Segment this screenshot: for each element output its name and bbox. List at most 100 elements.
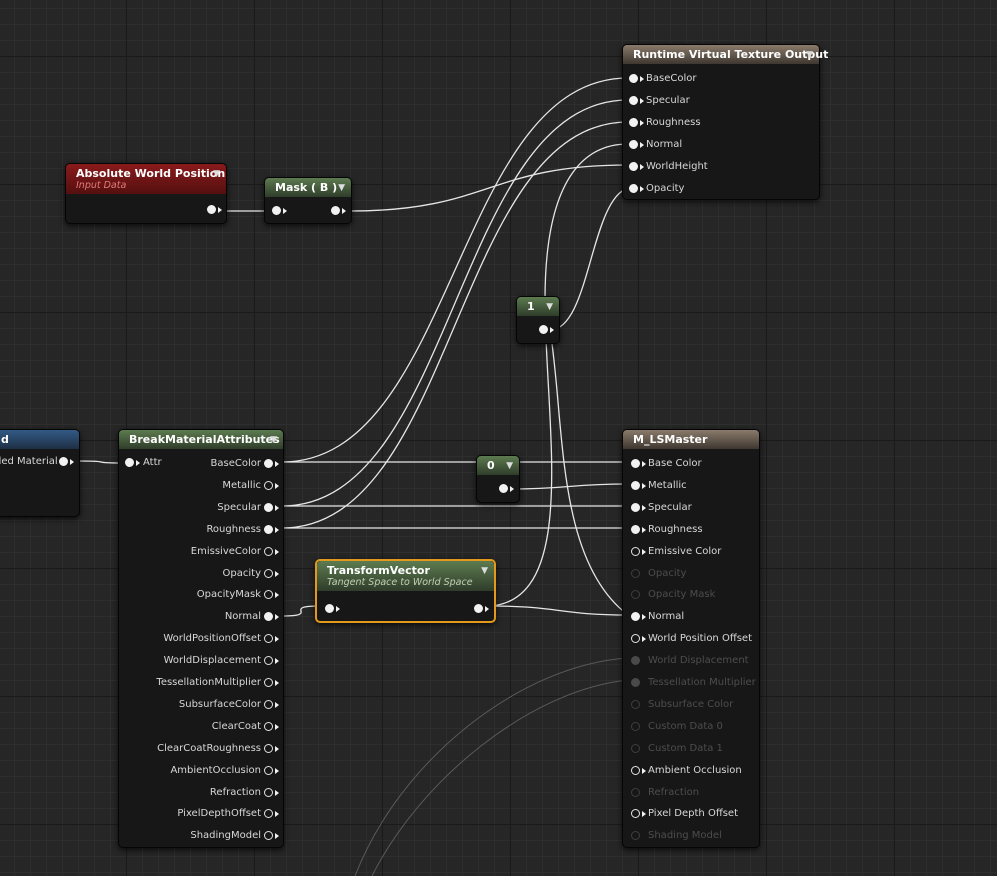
collapse-arrow-icon[interactable]: ▼ bbox=[338, 183, 345, 193]
transform-vector-header[interactable]: TransformVector Tangent Space to World S… bbox=[317, 561, 494, 591]
constant-zero-node[interactable]: 0 ▼ bbox=[476, 455, 520, 503]
break-attr-output-pin-subsurfacecolor[interactable] bbox=[264, 699, 273, 709]
master-input-pin-opacity-mask[interactable] bbox=[631, 590, 640, 600]
input-arrow-icon bbox=[336, 606, 340, 612]
transform-vector-input-pin[interactable] bbox=[325, 604, 334, 613]
constant-one-header[interactable]: 1 ▼ bbox=[517, 297, 559, 316]
break-attr-header[interactable]: BreakMaterialAttributes ▼ bbox=[119, 430, 283, 449]
abs-world-pos-header[interactable]: Absolute World Position Input Data ▼ bbox=[66, 164, 226, 194]
output-arrow-icon bbox=[275, 680, 279, 686]
rvt-input-pin-opacity[interactable] bbox=[629, 184, 638, 193]
master-input-label: Opacity bbox=[648, 567, 687, 579]
collapse-arrow-icon[interactable]: ▼ bbox=[270, 435, 277, 445]
master-input-pin-subsurface-color[interactable] bbox=[631, 699, 640, 709]
break-attr-output-pin-ambientocclusion[interactable] bbox=[264, 765, 273, 775]
output-arrow-icon bbox=[275, 658, 279, 665]
break-attr-output-label: WorldDisplacement bbox=[163, 655, 261, 667]
output-arrow-icon bbox=[510, 486, 514, 492]
break-attr-output-pin-worlddisplacement[interactable] bbox=[264, 656, 273, 666]
rvt-input-pin-specular[interactable] bbox=[629, 96, 638, 105]
break-attr-output-pin-specular[interactable] bbox=[264, 502, 273, 512]
break-attr-output-pin-metallic[interactable] bbox=[264, 480, 273, 490]
collapse-arrow-icon[interactable]: ▼ bbox=[806, 50, 813, 60]
rvt-input-pin-normal[interactable] bbox=[629, 140, 638, 149]
rvt-output-title: Runtime Virtual Texture Output bbox=[633, 48, 829, 61]
master-input-pin-pixel-depth-offset[interactable] bbox=[631, 809, 640, 819]
input-arrow-icon bbox=[642, 811, 646, 818]
break-attr-output-pin-basecolor[interactable] bbox=[264, 459, 273, 468]
break-attr-output-pin-refraction[interactable] bbox=[264, 787, 273, 797]
collapse-arrow-icon[interactable]: ▼ bbox=[506, 461, 513, 471]
abs-world-pos-output-pin[interactable] bbox=[207, 205, 216, 214]
break-attr-output-label: BaseColor bbox=[210, 458, 261, 469]
master-header[interactable]: M_LSMaster bbox=[623, 430, 759, 449]
collapse-arrow-icon[interactable]: ▼ bbox=[481, 566, 488, 576]
break-attr-output-pin-opacity[interactable] bbox=[264, 568, 273, 578]
rvt-input-pin-basecolor[interactable] bbox=[629, 74, 638, 83]
break-attr-output-label: ClearCoatRoughness bbox=[157, 742, 261, 754]
master-input-pin-ambient-occlusion[interactable] bbox=[631, 765, 640, 775]
rvt-input-label: Specular bbox=[646, 95, 690, 106]
rvt-input-pin-roughness[interactable] bbox=[629, 118, 638, 127]
master-input-pin-roughness[interactable] bbox=[631, 524, 640, 534]
master-input-pin-specular[interactable] bbox=[631, 502, 640, 512]
master-input-pin-world-displacement[interactable] bbox=[631, 656, 640, 666]
output-arrow-icon bbox=[275, 833, 279, 840]
output-arrow-icon bbox=[275, 570, 279, 577]
break-attr-output-pin-normal[interactable] bbox=[264, 612, 273, 622]
master-input-pin-shading-model[interactable] bbox=[631, 831, 640, 841]
material-master-node[interactable]: M_LSMaster Base Color Metallic Specular Rou… bbox=[622, 429, 760, 848]
master-input-pin-emissive-color[interactable] bbox=[631, 546, 640, 556]
break-attr-output-pin-shadingmodel[interactable] bbox=[264, 831, 273, 841]
break-attr-output-label: ShadingModel bbox=[190, 830, 261, 842]
transform-vector-output-pin[interactable] bbox=[474, 604, 483, 613]
wire bbox=[489, 143, 629, 607]
mask-node[interactable]: Mask ( B ) ▼ bbox=[264, 177, 352, 224]
make-attr-output-pin[interactable] bbox=[59, 457, 68, 466]
master-input-pin-world-position-offset[interactable] bbox=[631, 634, 640, 644]
transform-vector-subtitle: Tangent Space to World Space bbox=[327, 577, 473, 588]
break-attr-output-pin-roughness[interactable] bbox=[264, 524, 273, 534]
break-attr-output-label: Opacity bbox=[222, 567, 261, 579]
output-arrow-icon bbox=[275, 504, 279, 511]
break-attr-output-pin-opacitymask[interactable] bbox=[264, 590, 273, 600]
output-arrow-icon bbox=[275, 526, 279, 533]
master-input-pin-custom-data-1[interactable] bbox=[631, 743, 640, 753]
break-attr-output-pin-clearcoat[interactable] bbox=[264, 721, 273, 731]
master-input-pin-normal[interactable] bbox=[631, 612, 640, 622]
break-attr-output-pin-tessellationmultiplier[interactable] bbox=[264, 678, 273, 687]
break-material-attributes-node[interactable]: BreakMaterialAttributes ▼ Attr BaseColor… bbox=[118, 429, 284, 848]
break-attr-output-pin-pixeldepthoffset[interactable] bbox=[264, 809, 273, 819]
mask-header[interactable]: Mask ( B ) ▼ bbox=[265, 178, 351, 197]
collapse-arrow-icon[interactable]: ▼ bbox=[546, 302, 553, 312]
break-attr-input-pin[interactable] bbox=[125, 458, 134, 467]
mask-input-pin[interactable] bbox=[272, 206, 281, 215]
wire bbox=[549, 329, 629, 616]
rvt-input-pin-worldheight[interactable] bbox=[629, 162, 638, 171]
rvt-output-node[interactable]: Runtime Virtual Texture Output ▼ BaseCol… bbox=[622, 44, 828, 200]
make-attr-title: d bbox=[1, 433, 9, 446]
rvt-output-header[interactable]: Runtime Virtual Texture Output ▼ bbox=[623, 45, 828, 64]
output-arrow-icon bbox=[275, 745, 279, 752]
master-input-pin-custom-data-0[interactable] bbox=[631, 721, 640, 731]
master-input-pin-opacity[interactable] bbox=[631, 568, 640, 578]
constant-one-output-pin[interactable] bbox=[539, 325, 548, 334]
master-input-pin-base-color[interactable] bbox=[631, 459, 640, 468]
master-input-label: Specular bbox=[648, 501, 692, 513]
absolute-world-position-node[interactable]: Absolute World Position Input Data ▼ bbox=[65, 163, 227, 224]
constant-one-node[interactable]: 1 ▼ bbox=[516, 296, 560, 344]
mask-output-pin[interactable] bbox=[331, 206, 340, 215]
collapse-arrow-icon[interactable]: ▼ bbox=[213, 169, 220, 179]
transform-vector-node[interactable]: TransformVector Tangent Space to World S… bbox=[315, 559, 496, 623]
master-title: M_LSMaster bbox=[633, 433, 708, 446]
break-attr-output-pin-emissivecolor[interactable] bbox=[264, 546, 273, 556]
master-input-pin-tessellation-multiplier[interactable] bbox=[631, 678, 640, 687]
make-material-attributes-node[interactable]: d ded Material bbox=[0, 429, 80, 517]
break-attr-output-pin-worldpositionoffset[interactable] bbox=[264, 634, 273, 644]
master-input-pin-metallic[interactable] bbox=[631, 480, 640, 490]
make-attr-header[interactable]: d bbox=[0, 430, 79, 449]
constant-zero-header[interactable]: 0 ▼ bbox=[477, 456, 519, 475]
master-input-pin-refraction[interactable] bbox=[631, 787, 640, 797]
constant-zero-output-pin[interactable] bbox=[499, 484, 508, 493]
break-attr-output-pin-clearcoatroughness[interactable] bbox=[264, 743, 273, 753]
